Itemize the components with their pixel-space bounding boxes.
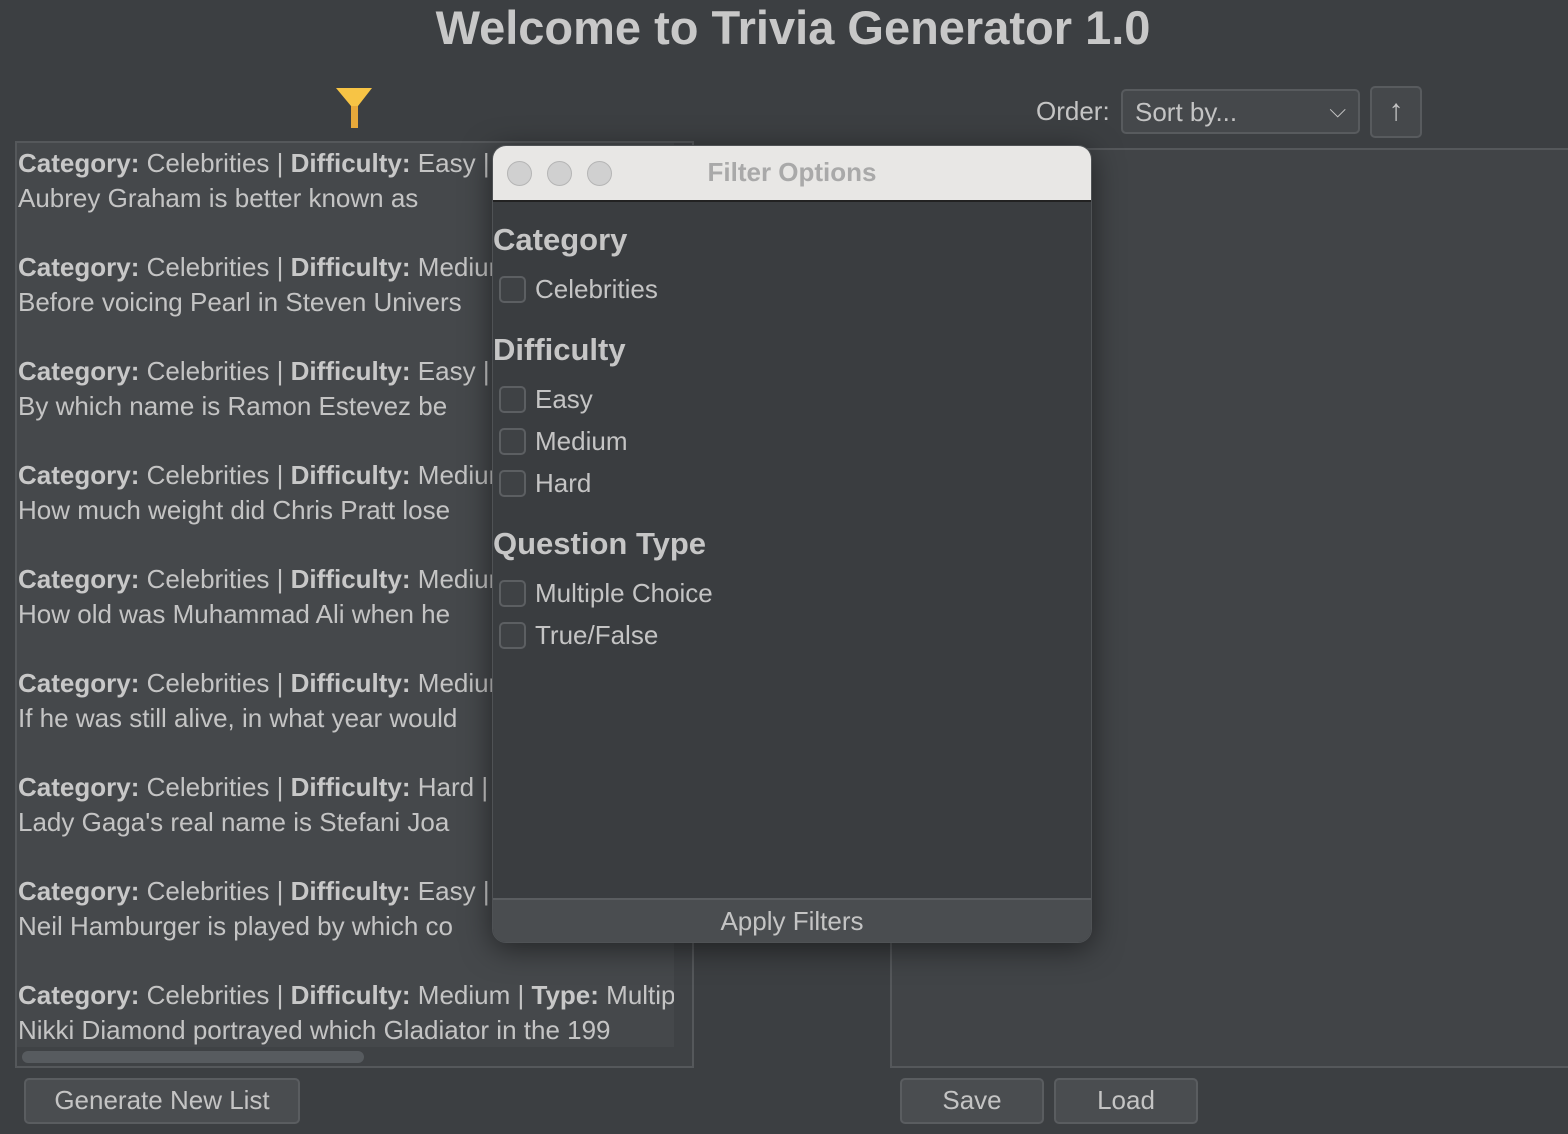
separator: | xyxy=(276,772,284,802)
funnel-icon[interactable] xyxy=(336,88,372,128)
checkbox-label: True/False xyxy=(535,620,659,650)
checkbox-label: Hard xyxy=(535,468,592,498)
difficulty-label: Difficulty: xyxy=(290,772,411,802)
difficulty-label: Difficulty: xyxy=(290,876,411,906)
generate-new-list-button[interactable]: Generate New List xyxy=(24,1078,300,1124)
separator: | xyxy=(276,668,284,698)
difficulty-value: Medium xyxy=(417,980,511,1010)
apply-filters-button[interactable]: Apply Filters xyxy=(493,898,1091,942)
category-value: Celebrities xyxy=(146,460,270,490)
checkbox-box[interactable] xyxy=(499,386,526,413)
category-value: Celebrities xyxy=(146,772,270,802)
question-meta: Category: Celebrities | Difficulty: Medi… xyxy=(18,978,674,1013)
category-label: Category: xyxy=(18,252,140,282)
filter-checkbox[interactable]: Multiple Choice xyxy=(499,578,713,609)
horizontal-scrollbar[interactable] xyxy=(22,1051,364,1063)
app-title: Welcome to Trivia Generator 1.0 xyxy=(435,1,1151,54)
separator: | xyxy=(482,876,490,906)
checkbox-box[interactable] xyxy=(499,428,526,455)
difficulty-label: Difficulty: xyxy=(290,356,411,386)
section-heading: Question Type xyxy=(493,526,707,561)
separator: | xyxy=(276,252,284,282)
question-text[interactable]: Nikki Diamond portrayed which Gladiator … xyxy=(18,1013,674,1047)
checkbox-box[interactable] xyxy=(499,622,526,649)
difficulty-label: Difficulty: xyxy=(290,668,411,698)
chevron-down-icon: ⌵ xyxy=(1329,97,1346,122)
category-label: Category: xyxy=(18,980,140,1010)
checkbox-label: Easy xyxy=(535,384,593,414)
difficulty-value: Easy xyxy=(417,876,476,906)
filter-checkbox[interactable]: Hard xyxy=(499,468,591,499)
category-label: Category: xyxy=(18,876,140,906)
category-value: Celebrities xyxy=(146,148,270,178)
section-heading: Category xyxy=(493,222,628,257)
category-label: Category: xyxy=(18,356,140,386)
separator: | xyxy=(276,356,284,386)
separator: | xyxy=(481,772,489,802)
checkbox-label: Celebrities xyxy=(535,274,658,304)
separator: | xyxy=(482,148,490,178)
load-button[interactable]: Load xyxy=(1054,1078,1198,1124)
category-value: Celebrities xyxy=(146,980,270,1010)
sort-by-value: Sort by... xyxy=(1135,97,1238,127)
category-label: Category: xyxy=(18,668,140,698)
checkbox-box[interactable] xyxy=(499,580,526,607)
filter-checkbox[interactable]: Easy xyxy=(499,384,593,415)
category-label: Category: xyxy=(18,460,140,490)
sort-direction-button[interactable]: ↑ xyxy=(1370,86,1422,138)
filter-options-dialog: Filter Options Category Celebrities Diffic… xyxy=(492,145,1092,943)
difficulty-label: Difficulty: xyxy=(290,460,411,490)
separator: | xyxy=(276,460,284,490)
difficulty-value: Hard xyxy=(417,772,475,802)
separator: | xyxy=(482,356,490,386)
close-window-button[interactable] xyxy=(507,161,532,186)
category-label: Category: xyxy=(18,148,140,178)
separator: | xyxy=(276,148,284,178)
dialog-title: Filter Options xyxy=(707,157,877,187)
order-label: Order: xyxy=(1036,96,1110,126)
sort-by-select[interactable]: Sort by... ⌵ xyxy=(1121,89,1360,134)
difficulty-value: Easy xyxy=(417,356,476,386)
dialog-titlebar[interactable]: Filter Options xyxy=(493,146,1091,202)
category-value: Celebrities xyxy=(146,564,270,594)
section-heading: Difficulty xyxy=(493,332,626,367)
separator: | xyxy=(517,980,525,1010)
minimize-window-button[interactable] xyxy=(547,161,572,186)
zoom-window-button[interactable] xyxy=(587,161,612,186)
checkbox-box[interactable] xyxy=(499,470,526,497)
checkbox-label: Multiple Choice xyxy=(535,578,713,608)
difficulty-label: Difficulty: xyxy=(290,252,411,282)
arrow-up-icon: ↑ xyxy=(1388,94,1404,127)
difficulty-label: Difficulty: xyxy=(290,564,411,594)
difficulty-value: Easy xyxy=(417,148,476,178)
separator: | xyxy=(276,564,284,594)
save-button[interactable]: Save xyxy=(900,1078,1044,1124)
filter-checkbox[interactable]: True/False xyxy=(499,620,658,651)
category-value: Celebrities xyxy=(146,668,270,698)
category-label: Category: xyxy=(18,564,140,594)
checkbox-label: Medium xyxy=(535,426,628,456)
category-value: Celebrities xyxy=(146,252,270,282)
separator: | xyxy=(276,876,284,906)
type-label: Type: xyxy=(531,980,599,1010)
category-value: Celebrities xyxy=(146,876,270,906)
difficulty-label: Difficulty: xyxy=(290,980,411,1010)
filter-checkbox[interactable]: Celebrities xyxy=(499,274,658,305)
difficulty-label: Difficulty: xyxy=(290,148,411,178)
category-value: Celebrities xyxy=(146,356,270,386)
type-value: Multip xyxy=(606,980,674,1010)
filter-checkbox[interactable]: Medium xyxy=(499,426,627,457)
category-label: Category: xyxy=(18,772,140,802)
checkbox-box[interactable] xyxy=(499,276,526,303)
separator: | xyxy=(276,980,284,1010)
